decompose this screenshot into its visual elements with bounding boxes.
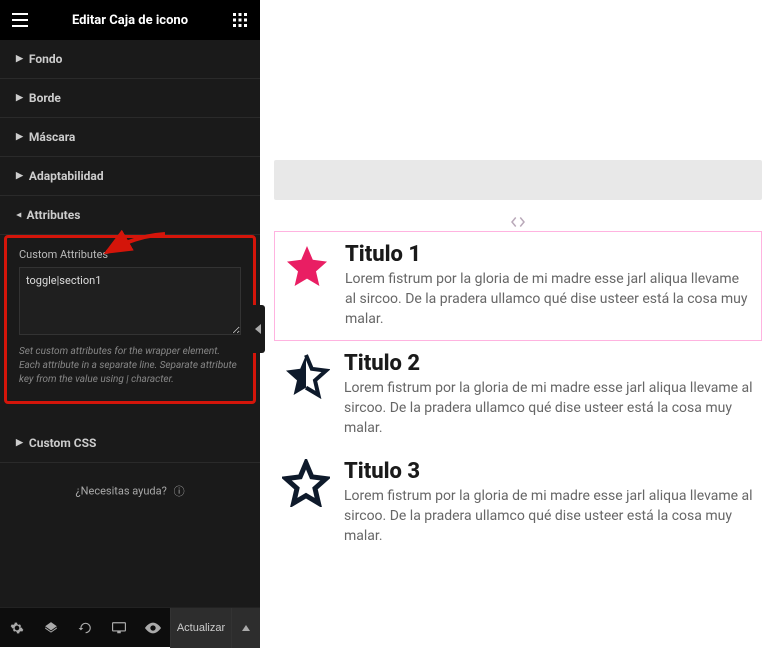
panel-label: Borde (29, 91, 61, 105)
html-widget-badge (274, 214, 762, 229)
preview-eye-icon[interactable] (136, 608, 170, 648)
item-body: Lorem fistrum por la gloria de mi madre … (344, 486, 754, 547)
custom-attributes-label: Custom Attributes (19, 248, 241, 261)
attributes-content-highlighted: Custom Attributes Set custom attributes … (4, 235, 256, 404)
update-button[interactable]: Actualizar (170, 608, 232, 648)
help-circle-icon: ⓘ (174, 485, 185, 498)
panel-mascara[interactable]: ▶Máscara (0, 118, 260, 157)
item-title: Titulo 3 (344, 459, 754, 484)
item-title: Titulo 2 (344, 351, 754, 376)
item-text: Titulo 1 Lorem fistrum por la gloria de … (345, 242, 753, 330)
panel-attributes[interactable]: ▾Attributes (0, 196, 260, 235)
star-icon (283, 242, 331, 290)
icon-box-item-2[interactable]: Titulo 2 Lorem fistrum por la gloria de … (274, 341, 762, 449)
sidebar-header: Editar Caja de icono (0, 0, 260, 40)
sidebar-body: ▶Fondo ▶Borde ▶Máscara ▶Adaptabilidad ▾A… (0, 40, 260, 607)
custom-attributes-help: Set custom attributes for the wrapper el… (19, 345, 241, 387)
layers-icon[interactable] (34, 608, 68, 648)
item-text: Titulo 3 Lorem fistrum por la gloria de … (344, 459, 754, 547)
panel-label: Adaptabilidad (29, 169, 104, 183)
responsive-icon[interactable] (102, 608, 136, 648)
panel-borde[interactable]: ▶Borde (0, 79, 260, 118)
settings-gear-icon[interactable] (0, 608, 34, 648)
help-link-label: ¿Necesitas ayuda? (75, 485, 166, 498)
sidebar-footer: Actualizar (0, 607, 260, 647)
help-link[interactable]: ¿Necesitas ayuda? ⓘ (0, 463, 260, 519)
update-dropdown-caret[interactable] (232, 608, 260, 648)
custom-attributes-input[interactable] (19, 267, 241, 335)
panel-label: Fondo (29, 52, 63, 66)
history-icon[interactable] (68, 608, 102, 648)
sidebar-collapse-handle[interactable] (251, 305, 265, 353)
panel-adaptabilidad[interactable]: ▶Adaptabilidad (0, 157, 260, 196)
placeholder-block[interactable] (274, 160, 762, 200)
panel-label: Attributes (27, 208, 81, 222)
panel-custom-css[interactable]: ▶Custom CSS (0, 424, 260, 463)
icon-box-item-3[interactable]: Titulo 3 Lorem fistrum por la gloria de … (274, 449, 762, 557)
star-half-icon (282, 351, 330, 399)
panel-title: Editar Caja de icono (40, 13, 220, 28)
editor-sidebar: Editar Caja de icono ▶Fondo ▶Borde ▶Másc… (0, 0, 260, 647)
panel-fondo[interactable]: ▶Fondo (0, 40, 260, 79)
star-outline-icon (282, 459, 330, 507)
canvas-area: Titulo 1 Lorem fistrum por la gloria de … (260, 0, 776, 647)
item-title: Titulo 1 (345, 242, 753, 267)
item-body: Lorem fistrum por la gloria de mi madre … (344, 378, 754, 439)
item-body: Lorem fistrum por la gloria de mi madre … (345, 269, 753, 330)
panel-label: Custom CSS (29, 436, 96, 450)
menu-icon[interactable] (0, 0, 40, 40)
panel-label: Máscara (29, 130, 75, 144)
item-text: Titulo 2 Lorem fistrum por la gloria de … (344, 351, 754, 439)
icon-box-item-1[interactable]: Titulo 1 Lorem fistrum por la gloria de … (274, 231, 762, 341)
apps-grid-icon[interactable] (220, 0, 260, 40)
